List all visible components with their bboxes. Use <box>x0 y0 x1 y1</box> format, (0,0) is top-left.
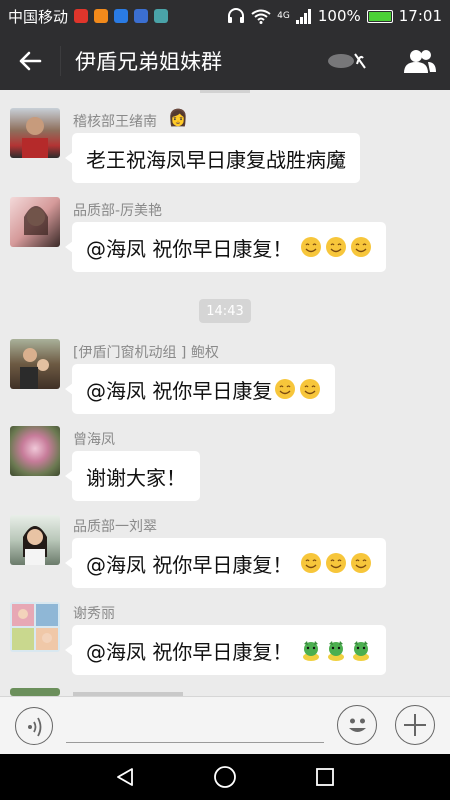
time-divider: 14:43 <box>199 299 251 323</box>
group-members-button[interactable] <box>390 32 450 90</box>
emoji-row <box>300 639 372 661</box>
message-item: 品质部-厉美艳 @海凤 祝你早日康复！ <box>0 194 450 274</box>
smile-emoji-icon <box>275 379 296 399</box>
title-divider <box>60 46 61 76</box>
emoji-row <box>300 552 372 574</box>
avatar[interactable] <box>10 688 60 696</box>
smile-emoji-icon <box>326 237 347 257</box>
emoji-row <box>300 236 372 258</box>
triangle-back-icon <box>117 768 133 786</box>
system-nav-bar <box>0 754 450 800</box>
message-input[interactable] <box>66 707 324 743</box>
nav-home-button[interactable] <box>210 762 240 792</box>
avatar[interactable] <box>10 602 60 652</box>
wifi-icon <box>251 9 271 24</box>
nav-back-button[interactable] <box>110 762 140 792</box>
uc-notification-icon <box>114 9 129 23</box>
pig-head-emoji-icon <box>328 641 345 661</box>
message-bubble[interactable]: @海凤 祝你早日康复！ <box>64 222 387 272</box>
sender-name: 品质部-厉美艳 <box>73 203 163 219</box>
status-bar: 中国移动 4G 100% 17:01 <box>0 0 450 32</box>
message-bubble[interactable]: @海凤 祝你早日康复！ <box>64 538 387 588</box>
chat-title: 伊盾兄弟姐妹群 <box>75 50 222 74</box>
avatar[interactable] <box>10 108 60 158</box>
emoji-icon <box>349 718 366 732</box>
message-bubble[interactable]: @海凤 祝你早日康复 <box>64 364 336 414</box>
message-text: @海凤 祝你早日康复 <box>86 378 273 403</box>
avatar[interactable] <box>10 515 60 565</box>
input-bar <box>0 696 450 754</box>
message-item: [伊盾门窗机动组 ] 鲍权 @海凤 祝你早日康复 <box>0 336 450 416</box>
sender-name: 曾海凤 <box>73 432 115 448</box>
sender-name: 稽核部王绪南 <box>73 114 157 130</box>
square-recents-icon <box>316 768 334 786</box>
signal-icon <box>295 8 311 24</box>
message-item: 稽核部王绪南 👩 老王祝海凤早日康复战胜病魔 <box>0 107 450 187</box>
battery-icon <box>366 9 393 23</box>
blurred-count-and-mute-icon <box>328 53 366 69</box>
message-text: 老王祝海凤早日康复战胜病魔 <box>86 147 346 172</box>
clock: 17:01 <box>398 7 442 25</box>
carrier-label: 中国移动 <box>8 7 69 26</box>
message-item: 品质部一刘翠 @海凤 祝你早日康复！ <box>0 510 450 590</box>
smile-emoji-icon <box>351 553 372 573</box>
group-members-icon <box>404 50 436 73</box>
avatar[interactable] <box>10 339 60 389</box>
game-notification-icon <box>134 9 149 23</box>
smile-emoji-icon <box>300 379 321 399</box>
pig-head-emoji-icon <box>353 641 370 661</box>
message-item: 曾海凤 谢谢大家！ <box>0 423 450 503</box>
message-text: 谢谢大家！ <box>86 465 186 490</box>
smile-emoji-icon <box>301 553 322 573</box>
smile-emoji-icon <box>351 237 372 257</box>
avatar[interactable] <box>10 197 60 247</box>
voice-icon <box>28 717 42 737</box>
weibo-notification-icon <box>74 9 89 23</box>
message-bubble[interactable]: 老王祝海凤早日康复战胜病魔 <box>65 133 360 183</box>
more-button[interactable] <box>395 705 435 745</box>
avatar[interactable] <box>10 426 60 476</box>
sender-name: [伊盾门窗机动组 ] 鲍权 <box>73 345 219 361</box>
back-arrow-icon <box>19 51 42 71</box>
app-notification-icon <box>94 9 109 23</box>
gallery-notification-icon <box>154 9 169 23</box>
message-text: @海凤 祝你早日康复！ <box>86 552 293 577</box>
message-bubble[interactable]: 谢谢大家！ <box>65 451 200 501</box>
circle-home-icon <box>214 766 236 788</box>
smile-emoji-icon <box>326 553 347 573</box>
scroll-handle <box>200 90 250 93</box>
pig-head-emoji-icon <box>303 641 320 661</box>
message-item: 谢秀丽 @海凤 祝你早日康复！ <box>0 597 450 677</box>
back-button[interactable] <box>0 32 60 90</box>
headphone-icon <box>228 8 245 23</box>
nav-recents-button[interactable] <box>310 762 340 792</box>
network-type-label: 4G <box>277 10 290 21</box>
emoji-button[interactable] <box>337 705 377 745</box>
message-bubble[interactable]: @海凤 祝你早日康复！ <box>64 625 387 675</box>
sender-name: 谢秀丽 <box>73 606 115 622</box>
plus-icon <box>404 714 426 736</box>
sender-name: 品质部一刘翠 <box>73 519 157 535</box>
voice-button[interactable] <box>15 707 53 745</box>
smile-emoji-icon <box>301 237 322 257</box>
message-list[interactable]: 稽核部王绪南 👩 老王祝海凤早日康复战胜病魔 品质部-厉美艳 @海凤 祝你早日康… <box>0 90 450 696</box>
message-item-partial <box>0 686 450 696</box>
chat-header: 伊盾兄弟姐妹群 <box>0 32 450 90</box>
sender-emoji-icon: 👩 <box>168 108 188 127</box>
emoji-row <box>274 378 321 400</box>
battery-percent: 100% <box>317 7 361 25</box>
message-text: @海凤 祝你早日康复！ <box>86 236 293 261</box>
message-text: @海凤 祝你早日康复！ <box>86 639 293 664</box>
